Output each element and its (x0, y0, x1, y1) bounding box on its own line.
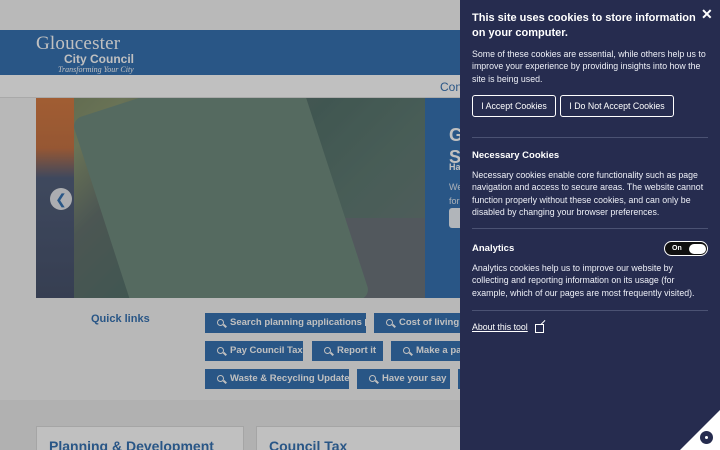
about-tool-link[interactable]: About this tool (472, 322, 528, 332)
cookie-panel: ✕ This site uses cookies to store inform… (460, 0, 720, 450)
analytics-body: Analytics cookies help us to improve our… (472, 263, 695, 298)
divider (472, 228, 708, 229)
necessary-cookies-body: Necessary cookies enable core functional… (472, 170, 704, 217)
necessary-cookies-title: Necessary Cookies (472, 150, 560, 161)
analytics-toggle[interactable]: On (664, 241, 708, 256)
analytics-title: Analytics (472, 243, 515, 254)
toggle-knob (689, 243, 706, 254)
cookie-title: This site uses cookies to store informat… (472, 12, 696, 39)
close-icon[interactable]: ✕ (701, 7, 713, 21)
reject-cookies-button[interactable]: I Do Not Accept Cookies (560, 95, 674, 117)
accept-cookies-button[interactable]: I Accept Cookies (472, 95, 556, 117)
divider (472, 310, 708, 311)
gear-icon[interactable] (700, 431, 713, 444)
cookie-intro: Some of these cookies are essential, whi… (472, 49, 706, 84)
external-link-icon (535, 324, 544, 333)
cookie-settings-corner[interactable] (680, 410, 720, 450)
divider (472, 137, 708, 138)
toggle-label: On (672, 245, 682, 252)
